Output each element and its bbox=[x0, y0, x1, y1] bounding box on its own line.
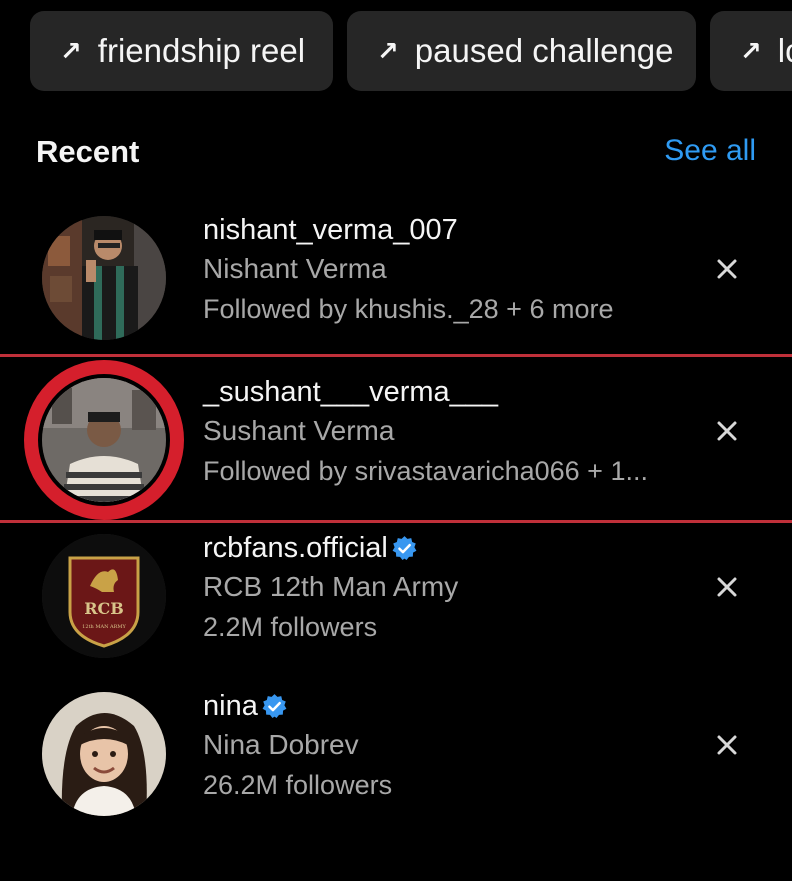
arrow-up-right-icon: ↗ bbox=[740, 35, 762, 66]
followers-count: 2.2M followers bbox=[203, 612, 378, 642]
see-all-link[interactable]: See all bbox=[664, 134, 756, 168]
username: rcbfans.official bbox=[203, 530, 458, 566]
followed-by-text: Followed by srivastavaricha066 + 1... bbox=[203, 456, 648, 486]
avatar-photo bbox=[42, 692, 166, 816]
followed-by-text: Followed by khushis._28 + 6 more bbox=[203, 294, 614, 324]
account-row-nina[interactable]: nina Nina Dobrev 26.2M followers bbox=[0, 674, 792, 832]
arrow-up-right-icon: ↗ bbox=[60, 35, 82, 66]
avatar-photo bbox=[42, 216, 166, 340]
chip-friendship-reel[interactable]: ↗ friendship reel bbox=[30, 11, 333, 91]
close-icon[interactable] bbox=[711, 415, 743, 447]
rcb-logo-icon: RCB 12th MAN ARMY bbox=[42, 534, 166, 658]
avatar[interactable]: RCB 12th MAN ARMY bbox=[42, 534, 166, 658]
svg-text:12th MAN ARMY: 12th MAN ARMY bbox=[82, 624, 126, 630]
avatar[interactable] bbox=[42, 216, 166, 340]
verified-badge-icon bbox=[392, 535, 417, 560]
chip-partial[interactable]: ↗ lo bbox=[710, 11, 792, 91]
chip-label: paused challenge bbox=[414, 32, 674, 69]
svg-text:RCB: RCB bbox=[84, 599, 124, 618]
full-name: Nishant Verma bbox=[203, 253, 387, 284]
chip-label: lo bbox=[777, 32, 792, 69]
close-icon[interactable] bbox=[711, 571, 743, 603]
chip-label: friendship reel bbox=[97, 32, 306, 69]
account-row-rcbfans[interactable]: RCB 12th MAN ARMY rcbfans.official RCB 1… bbox=[0, 516, 792, 674]
recent-heading: Recent bbox=[36, 134, 140, 169]
highlight-line-top bbox=[0, 354, 792, 357]
avatar[interactable] bbox=[42, 692, 166, 816]
close-icon[interactable] bbox=[711, 253, 743, 285]
full-name: RCB 12th Man Army bbox=[203, 571, 459, 602]
full-name: Nina Dobrev bbox=[203, 729, 359, 760]
followers-count: 26.2M followers bbox=[203, 770, 393, 800]
arrow-up-right-icon: ↗ bbox=[377, 35, 399, 66]
close-icon[interactable] bbox=[711, 729, 743, 761]
search-recent-page: ↗ friendship reel ↗ paused challenge ↗ l… bbox=[0, 0, 792, 881]
username: _sushant___verma___ bbox=[203, 376, 499, 408]
verified-badge-icon bbox=[262, 693, 287, 718]
account-row-nishant[interactable]: nishant_verma_007 Nishant Verma Followed… bbox=[0, 198, 792, 356]
highlight-circle bbox=[24, 360, 184, 520]
full-name: Sushant Verma bbox=[203, 415, 395, 446]
username: nishant_verma_007 bbox=[203, 214, 458, 246]
chip-paused-challenge[interactable]: ↗ paused challenge bbox=[347, 11, 696, 91]
username: nina bbox=[203, 688, 392, 724]
suggestion-chips: ↗ friendship reel ↗ paused challenge ↗ l… bbox=[30, 11, 792, 91]
